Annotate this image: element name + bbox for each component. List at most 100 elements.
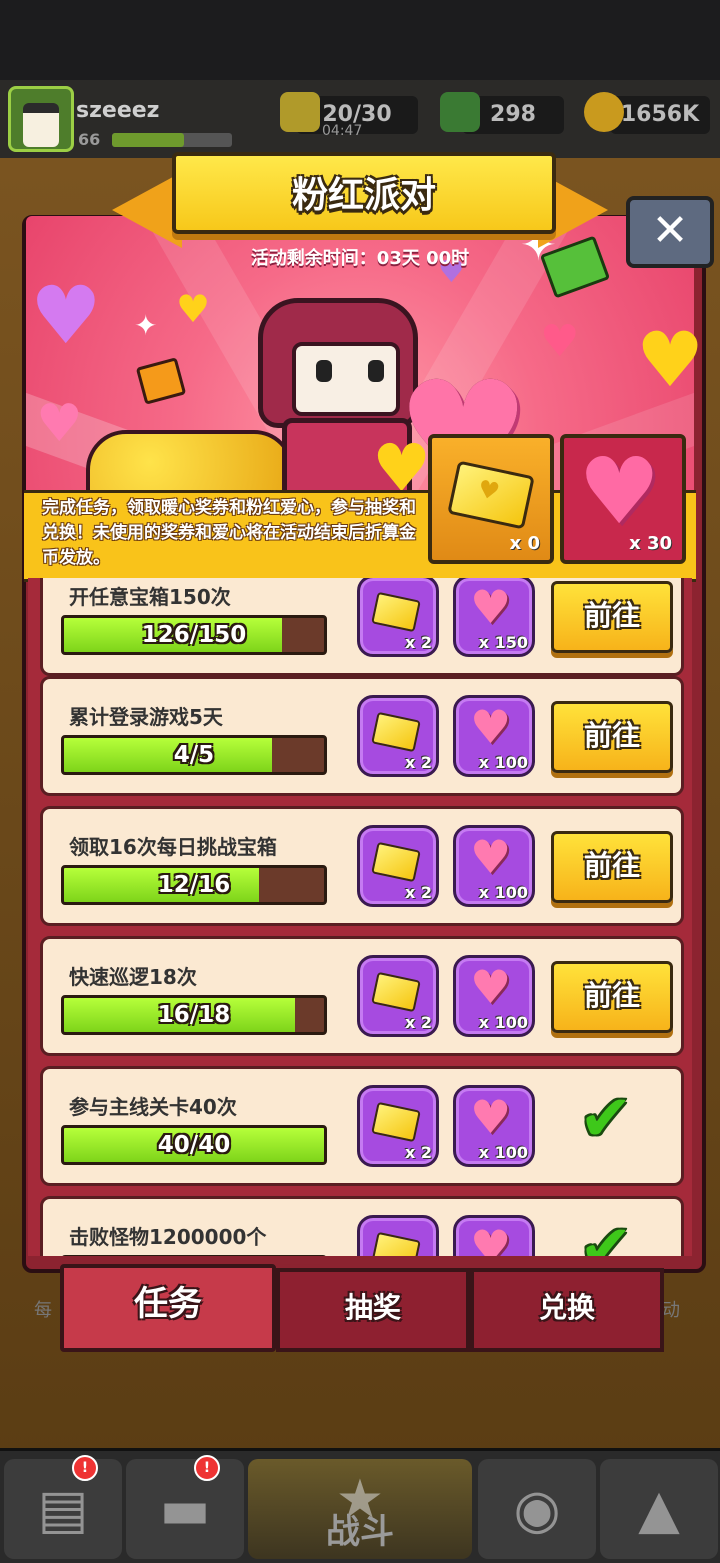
- heart-reward-qty: x 100: [478, 883, 528, 902]
- ticket-icon: [371, 711, 421, 753]
- task-progress-bar: 16/18: [61, 995, 327, 1035]
- task-name: 领取16次每日挑战宝箱: [69, 835, 277, 859]
- coin-counter[interactable]: 1656K: [610, 96, 710, 134]
- heart-reward-qty: x 100: [478, 753, 528, 772]
- go-button[interactable]: 前往: [551, 961, 673, 1033]
- event-title: 粉红派对: [291, 175, 436, 216]
- ticket-reward: x 2: [357, 578, 439, 657]
- task-card: 开任意宝箱150次 126/150 x 2 ♥ x 150 前往: [40, 578, 684, 676]
- ticket-icon: [371, 591, 421, 633]
- tab-lottery[interactable]: 抽奖: [276, 1268, 470, 1352]
- coin-icon[interactable]: [584, 92, 624, 132]
- nav-weapons[interactable]: ▬!: [126, 1455, 244, 1559]
- task-card: 参与主线关卡40次 40/40 x 2 ♥ x 100 ✔: [40, 1066, 684, 1186]
- heart-reward-qty: x 100: [478, 1013, 528, 1032]
- purple-heart-decoration: ♥: [30, 269, 102, 362]
- event-description: 完成任务，领取暖心奖券和粉红爱心，参与抽奖和兑换！未使用的奖券和爱心将在活动结束…: [42, 498, 416, 568]
- ticket-count: x 0: [509, 533, 540, 554]
- heart-icon: ♥: [470, 1090, 512, 1144]
- task-progress-bar: 126/150: [61, 615, 327, 655]
- check-icon: ✔: [579, 1212, 633, 1256]
- task-name: 累计登录游戏5天: [69, 705, 223, 729]
- ticket-reward-qty: x 2: [404, 753, 432, 772]
- nav-shop[interactable]: ▤!: [4, 1455, 122, 1559]
- task-card: 领取16次每日挑战宝箱 12/16 x 2 ♥ x 100 前往: [40, 806, 684, 926]
- go-button[interactable]: 前往: [551, 701, 673, 773]
- task-progress-text: 12/16: [157, 872, 231, 898]
- pink-heart-decoration: ♥: [540, 316, 580, 367]
- nav-world[interactable]: ◉: [478, 1459, 596, 1559]
- ticket-icon: [371, 1231, 421, 1256]
- go-button[interactable]: 前往: [551, 581, 673, 653]
- close-button[interactable]: ✕: [626, 196, 714, 268]
- heart-reward: ♥ x 100: [453, 695, 535, 777]
- tab-tasks[interactable]: 任务: [60, 1264, 276, 1352]
- xp-bar-fill: [112, 133, 184, 147]
- avatar[interactable]: [8, 86, 74, 152]
- heart-reward-qty: x 100: [478, 1143, 528, 1162]
- heart-counter[interactable]: ♥ x 30: [560, 434, 686, 564]
- heart-reward: ♥ x 100: [453, 955, 535, 1037]
- ticket-icon: [371, 841, 421, 883]
- nav-upgrade[interactable]: ▲: [600, 1459, 718, 1559]
- task-card: 累计登录游戏5天 4/5 x 2 ♥ x 100 前往: [40, 676, 684, 796]
- notification-badge: !: [72, 1455, 98, 1481]
- task-progress-text: 40/40: [157, 1132, 231, 1158]
- side-label-right: 动: [662, 1300, 680, 1321]
- heart-icon: ♥: [470, 700, 512, 754]
- task-progress-bar: [61, 1255, 327, 1256]
- task-progress-bar: 40/40: [61, 1125, 327, 1165]
- close-icon: ✕: [651, 205, 689, 256]
- heart-icon: ♥: [470, 830, 512, 884]
- notification-badge: !: [194, 1455, 220, 1481]
- heart-reward: ♥ x 150: [453, 578, 535, 657]
- heart-reward: ♥ x 100: [453, 1085, 535, 1167]
- heart-reward: ♥: [453, 1215, 535, 1256]
- pink-heart-decoration: ♥: [36, 394, 83, 454]
- task-name: 开任意宝箱150次: [69, 585, 231, 609]
- task-progress-bar: 4/5: [61, 735, 327, 775]
- task-progress-text: 4/5: [173, 742, 215, 768]
- hero-eye: [316, 360, 332, 382]
- energy-timer: 04:47: [322, 123, 363, 139]
- gem-icon[interactable]: [440, 92, 480, 132]
- username: szeeez: [76, 98, 160, 123]
- task-card: 快速巡逻18次 16/18 x 2 ♥ x 100 前往: [40, 936, 684, 1056]
- check-icon: ✔: [579, 1082, 633, 1156]
- energy-icon[interactable]: [280, 92, 320, 132]
- ticket-reward-qty: x 2: [404, 1013, 432, 1032]
- hero-eye: [368, 360, 384, 382]
- ticket-reward: x 2: [357, 695, 439, 777]
- bottom-navigation: ▤! ▬! ★ 战斗 ◉ ▲: [0, 1448, 720, 1563]
- heart-icon: ♥: [470, 1220, 512, 1256]
- go-button[interactable]: 前往: [551, 831, 673, 903]
- event-timer: 活动剩余时间：03天 00时: [250, 248, 470, 269]
- yellow-heart-decoration: ♥: [176, 287, 211, 331]
- ticket-reward-qty: x 2: [404, 1143, 432, 1162]
- ticket-reward: [357, 1215, 439, 1256]
- ticket-icon: ♥: [447, 460, 535, 530]
- globe-icon: ◉: [513, 1477, 561, 1541]
- tab-exchange[interactable]: 兑换: [470, 1268, 664, 1352]
- sparkle-icon: ✦: [134, 309, 158, 342]
- upgrade-icon: ▲: [638, 1477, 680, 1541]
- heart-count: x 30: [629, 533, 672, 554]
- battle-label: 战斗: [326, 1512, 394, 1552]
- task-list[interactable]: 开任意宝箱150次 126/150 x 2 ♥ x 150 前往 累计登录游戏5天 4/5 x …: [28, 578, 692, 1256]
- ticket-counter[interactable]: ♥ x 0: [428, 434, 554, 564]
- ticket-reward: x 2: [357, 825, 439, 907]
- task-name: 快速巡逻18次: [69, 965, 197, 989]
- task-name: 参与主线关卡40次: [69, 1095, 237, 1119]
- ticket-reward-qty: x 2: [404, 633, 432, 652]
- ticket-reward-qty: x 2: [404, 883, 432, 902]
- ticket-reward: x 2: [357, 1085, 439, 1167]
- xp-bar: [112, 133, 232, 147]
- ticket-icon: [371, 971, 421, 1013]
- avatar-face: [23, 103, 59, 147]
- heart-icon: ♥: [470, 580, 512, 634]
- gun-icon: ▬: [159, 1477, 211, 1541]
- heart-icon: ♥: [578, 438, 661, 545]
- ticket-reward: x 2: [357, 955, 439, 1037]
- yellow-heart-decoration: ♥: [636, 315, 705, 404]
- nav-battle[interactable]: ★ 战斗: [248, 1459, 472, 1559]
